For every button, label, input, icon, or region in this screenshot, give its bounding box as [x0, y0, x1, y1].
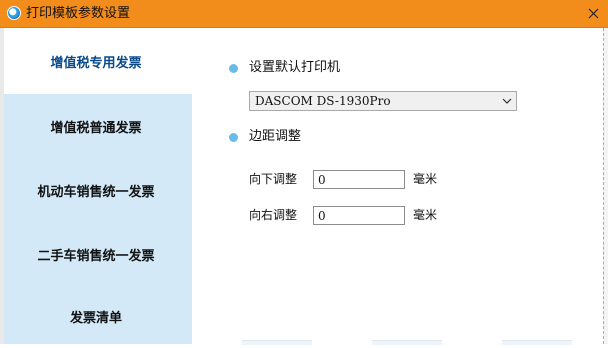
move-down-input[interactable]	[313, 170, 405, 189]
button-edge	[372, 340, 442, 345]
print-template-settings-window: 打印模板参数设置 增值税专用发票 增值税普通发票 机动车销售统一发票 二手车销售…	[0, 0, 608, 345]
move-down-unit: 毫米	[413, 172, 438, 186]
default-printer-select[interactable]: DASCOM DS-1930Pro	[249, 91, 517, 111]
sidebar-item-label: 增值税专用发票	[50, 55, 142, 71]
sidebar-item-vat-general-invoice[interactable]: 增值税普通发票	[0, 94, 192, 158]
sidebar-item-used-car-invoice[interactable]: 二手车销售统一发票	[0, 222, 192, 286]
sidebar-item-invoice-list[interactable]: 发票清单	[0, 284, 192, 348]
move-right-input[interactable]	[313, 206, 405, 225]
button-edge	[242, 340, 312, 345]
close-button[interactable]	[578, 0, 608, 27]
move-down-label: 向下调整	[249, 172, 298, 186]
sidebar-item-label: 机动车销售统一发票	[37, 184, 155, 200]
bullet-dot-icon	[229, 64, 238, 73]
chevron-down-icon	[502, 98, 512, 104]
app-icon	[7, 6, 21, 20]
title-bar: 打印模板参数设置	[0, 0, 608, 28]
sidebar-item-label: 二手车销售统一发票	[37, 248, 155, 264]
button-edge	[502, 340, 572, 345]
window-left-border	[0, 28, 4, 344]
window-title: 打印模板参数设置	[26, 6, 131, 21]
sidebar-item-label: 增值税普通发票	[50, 120, 142, 136]
move-right-label: 向右调整	[249, 208, 298, 222]
selected-printer: DASCOM DS-1930Pro	[255, 94, 391, 108]
margin-section-label: 边距调整	[249, 129, 302, 144]
bullet-dot-icon	[229, 133, 238, 142]
printer-section-label: 设置默认打印机	[249, 60, 341, 75]
close-icon	[588, 8, 598, 19]
window-right-border	[603, 28, 608, 344]
invoice-type-sidebar: 增值税专用发票 增值税普通发票 机动车销售统一发票 二手车销售统一发票 发票清单	[0, 28, 192, 344]
sidebar-item-vat-special-invoice[interactable]: 增值税专用发票	[0, 28, 192, 94]
move-right-unit: 毫米	[413, 208, 438, 222]
sidebar-item-label: 发票清单	[69, 310, 122, 326]
sidebar-item-motor-vehicle-invoice[interactable]: 机动车销售统一发票	[0, 158, 192, 222]
bottom-button-row-edge	[222, 338, 602, 345]
